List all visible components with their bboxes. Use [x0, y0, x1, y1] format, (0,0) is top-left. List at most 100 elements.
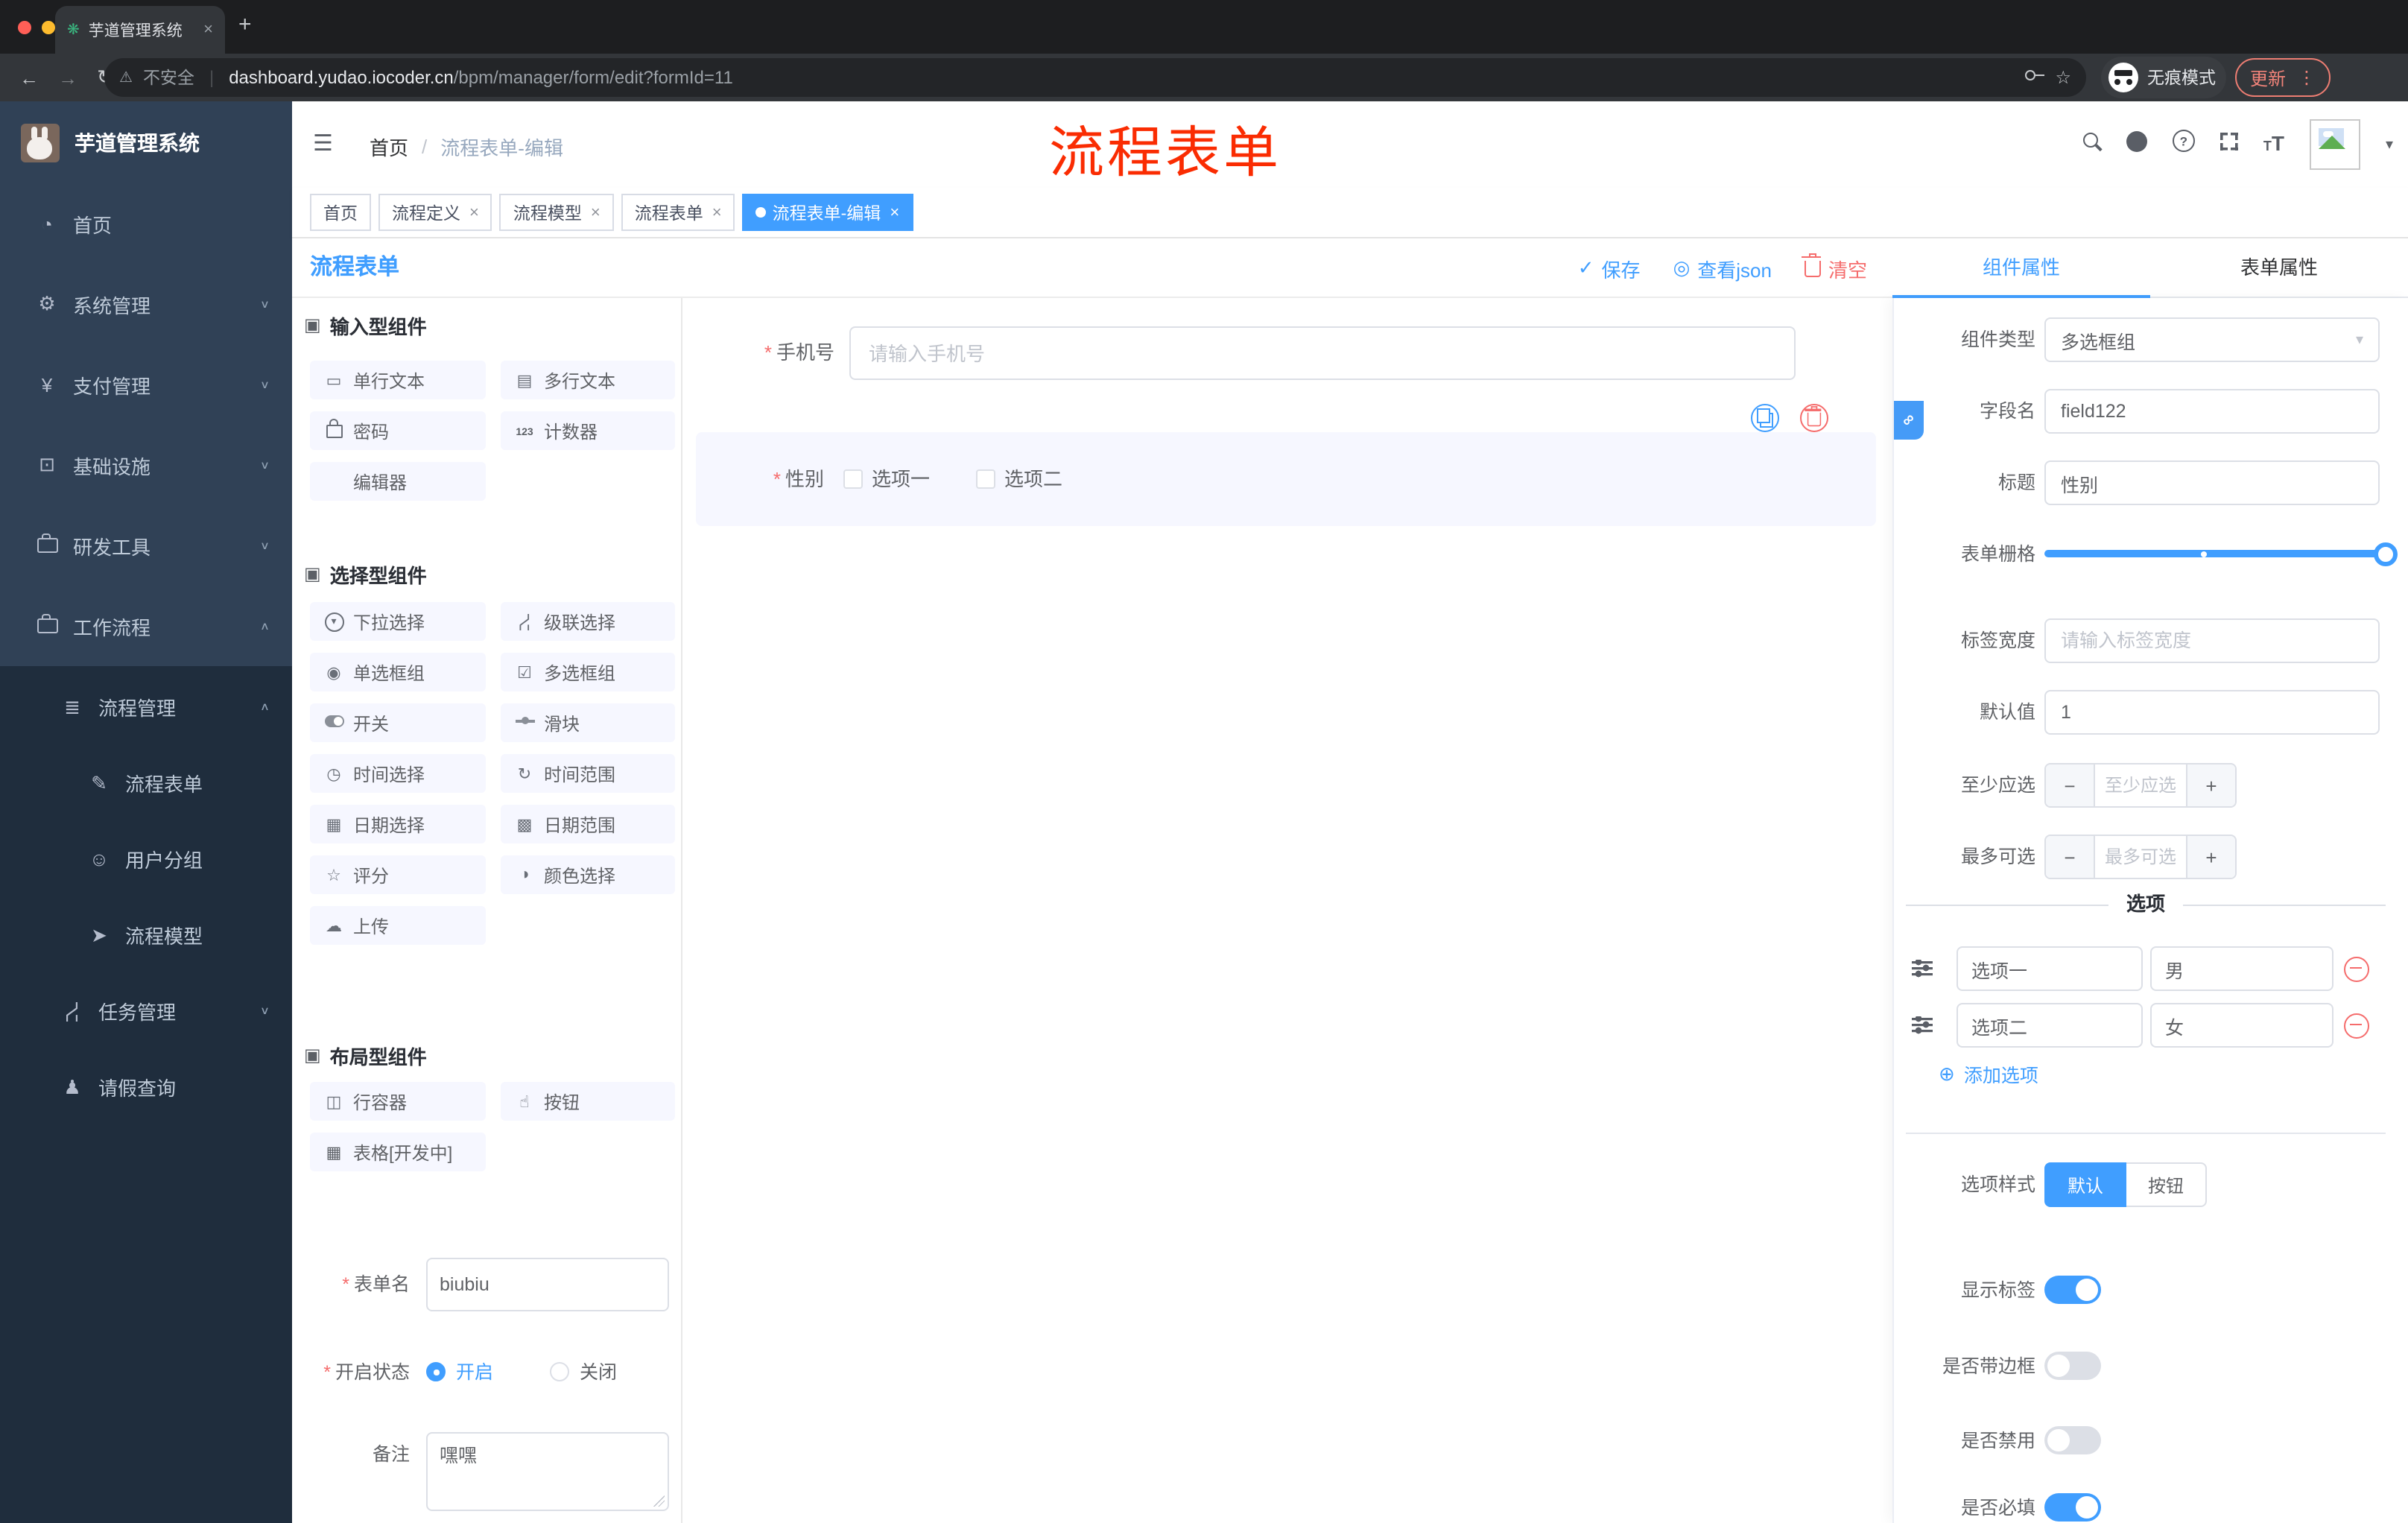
palette-item-multi-text[interactable]: ▤ 多行文本 [501, 361, 675, 399]
breadcrumb-home[interactable]: 首页 [370, 133, 408, 161]
selected-component-gender[interactable]: * 性别 选项一 选项二 [696, 432, 1876, 526]
max-select-input[interactable] [2095, 836, 2186, 878]
tag-flow-def[interactable]: 流程定义 × [378, 194, 492, 231]
comp-type-select[interactable]: 多选框组 ▾ [2044, 317, 2380, 362]
delete-component-button[interactable] [1800, 404, 1828, 432]
palette-item-date[interactable]: ▦ 日期选择 [310, 805, 486, 843]
minimize-window-button[interactable] [42, 21, 55, 34]
min-select-input[interactable] [2095, 764, 2186, 806]
slider-handle[interactable] [2374, 542, 2398, 566]
palette-item-editor[interactable]: 编辑器 [310, 462, 486, 501]
tag-home[interactable]: 首页 [310, 194, 371, 231]
status-off-radio[interactable] [550, 1362, 569, 1381]
gender-option2-label[interactable]: 选项二 [1004, 432, 1062, 526]
browser-menu-icon[interactable]: ⋮ [2298, 67, 2316, 88]
palette-item-single-text[interactable]: ▭ 单行文本 [310, 361, 486, 399]
phone-input[interactable] [849, 326, 1796, 380]
grid-slider[interactable] [2044, 542, 2398, 566]
palette-item-cascade[interactable]: ⌥ 级联选择 [501, 602, 675, 641]
save-button[interactable]: ✓ 保存 [1578, 254, 1641, 282]
toggle-required[interactable] [2044, 1493, 2101, 1522]
palette-item-time[interactable]: ◷ 时间选择 [310, 754, 486, 793]
status-on-label[interactable]: 开启 [456, 1358, 493, 1387]
style-default-button[interactable]: 默认 [2044, 1162, 2126, 1207]
toggle-disabled[interactable] [2044, 1426, 2101, 1454]
palette-item-switch[interactable]: 开关 [310, 703, 486, 742]
style-button-button[interactable]: 按钮 [2126, 1162, 2207, 1207]
password-key-icon[interactable] [2025, 64, 2045, 91]
tab-form-props[interactable]: 表单属性 [2150, 238, 2408, 298]
toggle-border[interactable] [2044, 1352, 2101, 1380]
increase-button[interactable]: + [2186, 836, 2235, 878]
sidebar-item-payment[interactable]: ¥ 支付管理 ∨ [0, 344, 292, 425]
address-bar[interactable]: ⚠ 不安全 | dashboard.yudao.iocoder.cn/bpm/m… [104, 58, 2086, 97]
palette-item-row-container[interactable]: ◫ 行容器 [310, 1082, 486, 1121]
sidebar-item-flow-mgmt[interactable]: ≣ 流程管理 ∧ [0, 669, 292, 745]
close-tag-icon[interactable]: × [890, 203, 899, 221]
remark-textarea[interactable]: 嘿嘿 [426, 1432, 669, 1511]
sidebar-item-leave-query[interactable]: ♟ 请假查询 [0, 1049, 292, 1125]
sidebar-item-devtools[interactable]: 研发工具 ∨ [0, 505, 292, 586]
tag-flow-form-edit[interactable]: 流程表单-编辑 × [742, 194, 913, 231]
palette-item-password[interactable]: 密码 [310, 411, 486, 450]
toggle-show-label[interactable] [2044, 1276, 2101, 1304]
bookmark-star-icon[interactable]: ☆ [2055, 67, 2071, 88]
drag-handle-icon[interactable] [1912, 960, 1933, 978]
close-tab-icon[interactable]: × [203, 21, 213, 39]
help-icon[interactable] [2172, 130, 2195, 159]
status-on-radio[interactable] [426, 1362, 446, 1381]
palette-item-table[interactable]: ▦ 表格[开发中] [310, 1133, 486, 1171]
remove-option-button[interactable] [2344, 1013, 2369, 1038]
app-logo[interactable]: 芋道管理系统 [0, 101, 292, 183]
remove-option-button[interactable] [2344, 956, 2369, 981]
palette-item-color[interactable]: ◑ 颜色选择 [501, 855, 675, 894]
form-name-input[interactable] [426, 1258, 669, 1311]
sidebar-item-user-group[interactable]: ☺ 用户分组 [0, 821, 292, 897]
default-value-input[interactable] [2044, 690, 2380, 735]
back-icon[interactable]: ← [19, 66, 39, 89]
close-tag-icon[interactable]: × [712, 203, 722, 221]
decrease-button[interactable]: − [2046, 764, 2095, 806]
avatar[interactable] [2309, 119, 2360, 170]
palette-item-select[interactable]: ▾ 下拉选择 [310, 602, 486, 641]
gender-option1-label[interactable]: 选项一 [872, 432, 930, 526]
increase-button[interactable]: + [2186, 764, 2235, 806]
palette-item-button[interactable]: ☝ 按钮 [501, 1082, 675, 1121]
browser-tab[interactable]: ❋ 芋道管理系统 × [55, 6, 225, 54]
forward-icon[interactable]: → [58, 66, 77, 89]
title-input[interactable] [2044, 460, 2380, 505]
option-text-input[interactable]: 选项一 [1956, 946, 2143, 991]
user-menu-caret-icon[interactable]: ▾ [2386, 136, 2393, 153]
clear-button[interactable]: 清空 [1801, 253, 1867, 282]
search-icon[interactable] [2082, 131, 2101, 158]
field-name-input[interactable] [2044, 389, 2380, 434]
sidebar-item-system[interactable]: ⚙ 系统管理 ∨ [0, 264, 292, 344]
gender-option1-checkbox[interactable] [843, 469, 863, 489]
palette-item-date-range[interactable]: ▩ 日期范围 [501, 805, 675, 843]
update-browser-button[interactable]: 更新 ⋮ [2235, 58, 2331, 97]
palette-item-checkbox-group[interactable]: ☑ 多选框组 [501, 653, 675, 691]
palette-item-upload[interactable]: ☁ 上传 [310, 906, 486, 945]
status-off-label[interactable]: 关闭 [580, 1358, 617, 1387]
decrease-button[interactable]: − [2046, 836, 2095, 878]
close-tag-icon[interactable]: × [469, 203, 479, 221]
palette-item-counter[interactable]: 123 计数器 [501, 411, 675, 450]
tag-flow-form[interactable]: 流程表单 × [621, 194, 735, 231]
palette-item-slider[interactable]: 滑块 [501, 703, 675, 742]
view-json-button[interactable]: ◎ 查看json [1673, 254, 1772, 282]
sidebar-item-flow-model[interactable]: ➤ 流程模型 [0, 897, 292, 973]
tag-flow-model[interactable]: 流程模型 × [499, 194, 614, 231]
sidebar-item-task-mgmt[interactable]: ⌥ 任务管理 ∨ [0, 973, 292, 1049]
option-text-input[interactable]: 选项二 [1956, 1003, 2143, 1048]
palette-item-radio-group[interactable]: ◉ 单选框组 [310, 653, 486, 691]
option-value-input[interactable]: 男 [2150, 946, 2333, 991]
font-size-icon[interactable]: TT [2263, 131, 2284, 158]
github-icon[interactable] [2126, 130, 2147, 159]
close-tag-icon[interactable]: × [591, 203, 601, 221]
sidebar-item-infra[interactable]: ⊡ 基础设施 ∨ [0, 425, 292, 505]
drag-handle-icon[interactable] [1912, 1016, 1933, 1034]
gender-option2-checkbox[interactable] [976, 469, 995, 489]
collapse-sidebar-icon[interactable]: ☰ [313, 130, 333, 156]
option-value-input[interactable]: 女 [2150, 1003, 2333, 1048]
sidebar-item-workflow[interactable]: 工作流程 ∧ [0, 586, 292, 666]
